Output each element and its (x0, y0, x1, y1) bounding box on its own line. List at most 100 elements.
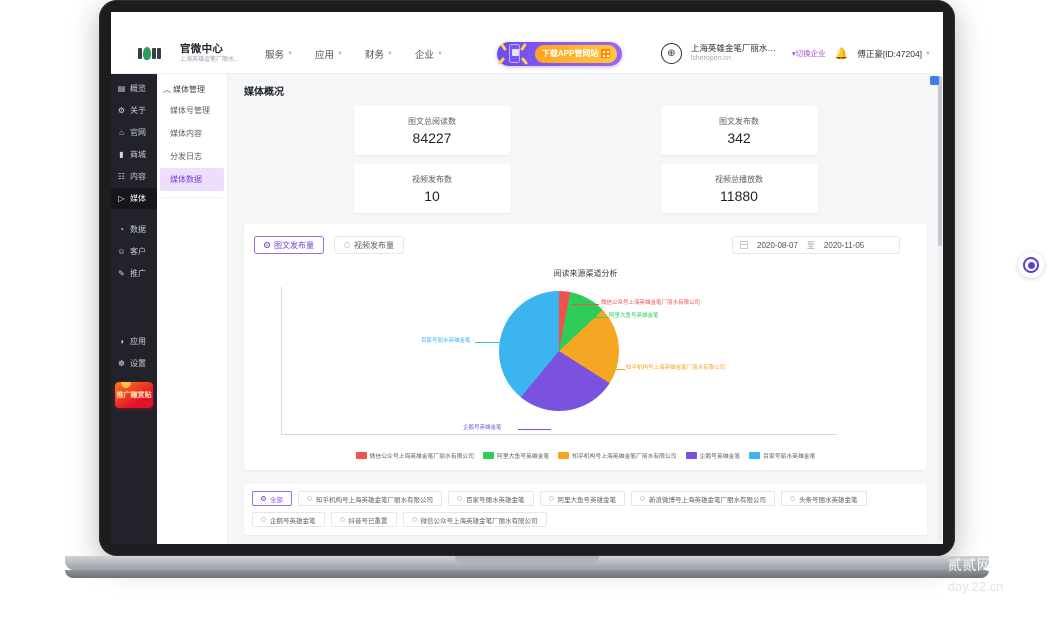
customer-service-button[interactable] (1018, 252, 1044, 278)
pie-leader-line (518, 429, 551, 430)
topnav-item-application[interactable]: 应用 ▼ (315, 47, 343, 61)
download-app-pill[interactable]: 下载APP管网站 (534, 44, 618, 63)
date-separator: 至 (806, 240, 815, 250)
radio-video-publish-volume[interactable]: 视频发布量 (334, 236, 404, 254)
filter-tag-label: 头条号丽水英雄金笔 (799, 496, 858, 504)
subnav-item-media-content[interactable]: 媒体内容 (157, 122, 227, 145)
apps-icon: ◑ (119, 337, 124, 346)
topnav-label-service: 服务 (265, 49, 285, 61)
screenshot-stage: 官微中心 上海英雄金笔厂丽水... 服务 ▼ 应用 ▼ 财务 ▼ 企业 ▼ 下载… (0, 0, 1054, 617)
sidebar-item-settings[interactable]: ☸ 设置 (111, 353, 157, 374)
sidebar-label-data: 数据 (130, 225, 146, 234)
sidebar-item-website[interactable]: ⌂ 官网 (111, 122, 157, 143)
stat-label: 视频发布数 (412, 174, 452, 184)
chevron-down-icon: ▼ (287, 50, 293, 57)
pie-slices (499, 291, 619, 411)
filter-tag[interactable]: 企鹅号英雄金笔 (252, 512, 325, 527)
subnav-group-media-management[interactable]: ︿ 媒体管理 (157, 80, 227, 99)
legend-item[interactable]: 阿里大鱼号英雄金笔 (483, 451, 549, 460)
radio-article-publish-volume[interactable]: 图文发布量 (254, 236, 324, 254)
chart-icon: ◔ (119, 225, 124, 234)
notification-bell-icon[interactable]: 🔔 (835, 47, 849, 60)
filter-tag[interactable]: 新浪微博号上海英雄金笔厂丽水有限公司 (631, 491, 775, 506)
radio-dot-icon (548, 496, 554, 501)
subnav-item-distribution-log[interactable]: 分发日志 (157, 145, 227, 168)
watermark-line-2: day.22.cn (947, 579, 1004, 594)
legend-item[interactable]: 企鹅号英雄金笔 (685, 451, 741, 460)
topnav-item-service[interactable]: 服务 ▼ (265, 47, 293, 61)
legend-item[interactable]: 百家号丽水英雄金笔 (749, 451, 815, 460)
filter-tag[interactable]: 阿里大鱼号英雄金笔 (539, 491, 625, 506)
chart-panel: 图文发布量 视频发布量 2020-08-07 至 2020-11-05 阅读来源… (244, 224, 927, 470)
filter-tag[interactable]: 全部 (252, 491, 292, 506)
filter-tag[interactable]: 微信公众号上海英雄金笔厂丽水有限公司 (402, 512, 547, 527)
filter-tag[interactable]: 抖音号已重置 (330, 512, 397, 527)
phone-icon (508, 43, 520, 63)
sidebar-item-customer[interactable]: ☺ 客户 (111, 241, 157, 262)
brand-title: 官微中心 (180, 42, 224, 55)
stat-value: 10 (424, 187, 440, 204)
user-menu-button[interactable]: 傅正豪[ID:47204] ▼ (857, 48, 931, 60)
legend-label: 百家号丽水英雄金笔 (763, 454, 816, 460)
user-name-label: 傅正豪[ID:47204] (857, 48, 923, 59)
media-icon: ▷ (118, 194, 125, 203)
help-badge-icon[interactable] (930, 76, 939, 85)
stat-card-total-article-reads: 图文总阅读数 84227 (353, 106, 511, 155)
stat-value: 11880 (720, 187, 758, 204)
topnav-item-finance[interactable]: 财务 ▼ (365, 47, 393, 61)
legend-swatch (558, 452, 570, 459)
topnav-item-enterprise[interactable]: 企业 ▼ (415, 47, 443, 61)
sidebar-item-promotion[interactable]: ✎ 推广 (111, 263, 157, 284)
subnav-divider (162, 197, 222, 198)
sidebar-item-content[interactable]: ☷ 内容 (111, 166, 157, 187)
filter-tag-label: 阿里大鱼号英雄金笔 (557, 496, 617, 504)
sidebar-item-data[interactable]: ◔ 数据 (111, 219, 157, 240)
shop-icon: ▮ (119, 150, 124, 159)
page-scrollbar[interactable] (938, 76, 942, 542)
filter-tag[interactable]: 头条号丽水英雄金笔 (781, 491, 867, 506)
sidebar-item-shop[interactable]: ▮ 商城 (111, 144, 157, 165)
calendar-icon (740, 241, 748, 249)
promotion-badge-button[interactable]: 推广赚赏贴 (115, 382, 153, 408)
filter-tag[interactable]: 知乎机构号上海英雄金笔厂丽水有限公司 (298, 491, 442, 506)
sidebar-item-media[interactable]: ▷ 媒体 (111, 188, 157, 209)
legend-item[interactable]: 知乎机构号上海英雄金笔厂丽水有限公司 (558, 451, 677, 460)
chevron-down-icon: ▼ (925, 50, 931, 57)
subnav-item-account-management[interactable]: 媒体号管理 (157, 99, 227, 122)
sidebar-item-apps[interactable]: ◑ 应用 (111, 331, 157, 352)
gear-icon: ⚙ (117, 106, 126, 115)
date-start-value[interactable]: 2020-08-07 (757, 241, 798, 250)
home-icon: ⌂ (119, 128, 124, 137)
sidebar-item-overview[interactable]: ▤ 概览 (111, 78, 157, 99)
chevron-up-icon: ︿ (163, 85, 171, 94)
stat-card-video-publish-count: 视频发布数 10 (353, 164, 511, 213)
subnav-item-media-data[interactable]: 媒体数据 (160, 168, 224, 191)
user-area: ⊕ 上海英雄金笔厂丽水有... lsheropen.cn ▾切换企业 🔔 傅正豪… (660, 43, 931, 64)
chart-axis-bottom (281, 434, 837, 435)
sidebar-item-about[interactable]: ⚙ 关于 (111, 100, 157, 121)
legend-label: 企鹅号英雄金笔 (699, 454, 741, 460)
legend-item[interactable]: 微信公众号上海英雄金笔厂丽水有限公司 (355, 451, 474, 460)
scrollbar-thumb[interactable] (938, 76, 942, 246)
switch-organization-button[interactable]: ▾切换企业 (792, 48, 826, 59)
download-app-banner[interactable]: 下载APP管网站 (496, 41, 622, 66)
pie-label-baijia: 百家号丽水英雄金笔 (421, 338, 471, 344)
radio-dot-icon (640, 496, 645, 501)
date-end-value[interactable]: 2020-11-05 (824, 241, 864, 250)
pie-label-qq: 企鹅号英雄金笔 (463, 425, 502, 431)
chart-title: 阅读来源渠道分析 (553, 269, 618, 278)
monitor-icon: ▤ (117, 84, 126, 93)
pie-leader-line (571, 304, 599, 305)
chevron-down-icon: ▼ (386, 50, 393, 57)
filter-tag[interactable]: 百家号丽水英雄金笔 (448, 491, 534, 506)
radio-dot-icon (261, 517, 266, 522)
pie-leader-line (598, 369, 625, 370)
filter-tag-label: 微信公众号上海英雄金笔厂丽水有限公司 (420, 517, 538, 525)
laptop-notch (455, 556, 599, 564)
brand-text: 官微中心 上海英雄金笔厂丽水... (180, 42, 239, 63)
pie-chart: 微信公众号上海英雄金笔厂丽水有限公司 阿里大鱼号英雄金笔 知乎机构号上海英雄金笔… (254, 281, 917, 449)
radio-dot-icon (264, 242, 270, 248)
megaphone-icon: ✎ (118, 269, 125, 278)
date-range-picker[interactable]: 2020-08-07 至 2020-11-05 (732, 236, 900, 254)
sparkle-icon (520, 56, 529, 65)
